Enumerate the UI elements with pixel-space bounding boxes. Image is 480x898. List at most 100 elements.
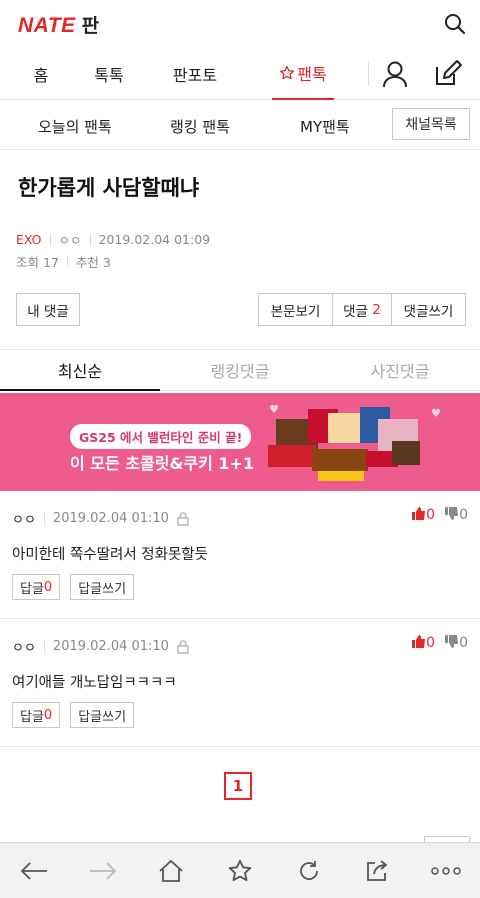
share-icon — [367, 859, 388, 881]
view-body-button[interactable]: 본문보기 — [258, 293, 333, 326]
subnav-ranking-fantalk[interactable]: 랭킹 팬톡 — [170, 116, 230, 137]
meta-divider — [43, 512, 45, 525]
bookmark-button[interactable] — [218, 849, 262, 893]
comment-datetime: 2019.02.04 01:10 — [52, 511, 169, 526]
home-button[interactable] — [149, 849, 193, 893]
subnav-today-fantalk[interactable]: 오늘의 팬톡 — [38, 116, 112, 137]
user-icon — [383, 61, 407, 88]
reply-count: 0 — [43, 579, 53, 595]
post-datetime: 2019.02.04 01:09 — [98, 232, 211, 247]
write-reply-button[interactable]: 답글쓰기 — [70, 702, 135, 728]
tab-toktok[interactable]: 톡톡 — [92, 48, 126, 100]
reply-label: 답글 — [20, 709, 44, 725]
reply-count: 0 — [43, 707, 53, 723]
comment-item: ㅇㅇ 2019.02.04 01:10 0 0 여기애들 개노답임ㅋㅋㅋㅋ 답글… — [0, 619, 480, 747]
comment-datetime: 2019.02.04 01:10 — [52, 639, 169, 654]
comment-author: ㅇㅇ — [12, 641, 36, 656]
post-author: ㅇㅇ — [58, 233, 82, 248]
upvote-count: 0 — [426, 635, 436, 651]
tab-label: 판포토 — [172, 65, 218, 85]
more-icon — [430, 866, 461, 875]
promo-banner[interactable]: GS25 에서 밸런타인 준비 끝! 이 모든 초콜릿&쿠키 1+1 — [0, 393, 480, 491]
fantalk-subnav: 오늘의 팬톡 랭킹 팬톡 MY팬톡 채널목록 — [0, 100, 480, 150]
comment-buttons: 답글 0 답글쓰기 — [12, 574, 135, 600]
page-number-current[interactable]: 1 — [224, 772, 252, 800]
share-button[interactable] — [355, 849, 399, 893]
refresh-button[interactable] — [287, 849, 331, 893]
meta-divider — [49, 233, 51, 246]
tab-fantalk[interactable]: 팬톡 — [272, 48, 334, 100]
reply-count-button[interactable]: 답글 0 — [12, 574, 61, 600]
post-actions: 내 댓글 본문보기 댓글 2 댓글쓰기 — [16, 293, 466, 326]
my-comments-button[interactable]: 내 댓글 — [16, 293, 80, 326]
meta-divider — [43, 640, 45, 653]
post-stats: 조회 17 추천 3 — [0, 252, 480, 271]
comment-header: ㅇㅇ 2019.02.04 01:10 — [12, 637, 189, 656]
tab-label: 팬톡 — [297, 64, 327, 84]
forward-icon — [89, 861, 117, 880]
banner-headline-text: 에서 밸런타인 준비 끝! — [115, 430, 243, 445]
upvote-count: 0 — [426, 507, 436, 523]
tab-pannphoto[interactable]: 판포토 — [172, 48, 218, 100]
reply-count-button[interactable]: 답글 0 — [12, 702, 61, 728]
channel-list-button[interactable]: 채널목록 — [392, 108, 470, 140]
upvote-button[interactable]: 0 — [412, 635, 435, 651]
views-count: 17 — [43, 255, 59, 270]
comment-votes: 0 0 — [412, 635, 468, 651]
write-reply-button[interactable]: 답글쓰기 — [70, 574, 135, 600]
upvote-button[interactable]: 0 — [412, 507, 435, 523]
brand-name: NATE — [18, 13, 76, 37]
reply-label: 답글 — [20, 581, 44, 597]
comment-text: 여기애들 개노답임ㅋㅋㅋㅋ — [12, 675, 177, 691]
bookmark-star-icon — [228, 859, 252, 881]
post-views: 조회 17 — [16, 252, 59, 271]
nate-pann-logo[interactable]: NATE 판 — [18, 11, 99, 38]
comments-button[interactable]: 댓글 2 — [332, 293, 392, 326]
home-icon — [159, 859, 184, 882]
downvote-count: 0 — [459, 507, 468, 523]
write-post-button[interactable] — [434, 59, 462, 87]
comment-item: ㅇㅇ 2019.02.04 01:10 0 0 아미한테 쪽수딸려서 정화못할듯… — [0, 491, 480, 619]
back-button[interactable] — [12, 849, 56, 893]
service-name: 판 — [81, 14, 100, 37]
more-button[interactable] — [424, 849, 468, 893]
banner-subline: 이 모든 초콜릿&쿠키 1+1 — [70, 454, 255, 473]
comment-votes: 0 0 — [412, 507, 468, 523]
top-bar: NATE 판 — [0, 0, 480, 48]
lock-icon — [177, 511, 189, 526]
snacks-image — [268, 407, 420, 481]
banner-headline: GS25 에서 밸런타인 준비 끝! — [70, 424, 252, 449]
tab-photo-comments[interactable]: 사진댓글 — [320, 350, 480, 391]
thumbs-up-icon — [412, 507, 426, 520]
thumbs-up-icon — [412, 635, 426, 648]
search-button[interactable] — [444, 13, 466, 35]
post-recommend: 추천 3 — [76, 252, 111, 271]
forward-button[interactable] — [81, 849, 125, 893]
meta-divider — [89, 233, 91, 246]
star-outline-icon — [280, 65, 295, 79]
tab-label: 홈 — [33, 65, 49, 85]
tab-latest[interactable]: 최신순 — [0, 350, 160, 391]
gs25-label: GS25 — [79, 430, 116, 445]
thumbs-down-icon — [445, 507, 459, 520]
post-title: 한가롭게 사담할때냐 — [18, 176, 200, 200]
browser-toolbar — [0, 842, 480, 898]
post-category[interactable]: EXO — [16, 232, 42, 247]
tab-ranking-comments[interactable]: 랭킹댓글 — [160, 350, 320, 391]
thumbs-down-icon — [445, 635, 459, 648]
downvote-button[interactable]: 0 — [445, 507, 468, 523]
comment-text: 아미한테 쪽수딸려서 정화못할듯 — [12, 547, 208, 563]
subnav-my-fantalk[interactable]: MY팬톡 — [300, 116, 350, 137]
pencil-icon — [436, 60, 462, 85]
write-comment-button[interactable]: 댓글쓰기 — [391, 293, 466, 326]
main-nav: 홈 톡톡 판포토 팬톡 — [0, 48, 480, 100]
downvote-count: 0 — [459, 635, 468, 651]
comment-sort-tabs: 최신순 랭킹댓글 사진댓글 — [0, 349, 480, 391]
downvote-button[interactable]: 0 — [445, 635, 468, 651]
tab-label: 톡톡 — [94, 65, 124, 85]
tab-home[interactable]: 홈 — [30, 48, 52, 100]
my-page-button[interactable] — [382, 60, 408, 88]
comments-label: 댓글 — [343, 303, 368, 320]
search-icon — [445, 14, 466, 35]
comment-header: ㅇㅇ 2019.02.04 01:10 — [12, 509, 189, 528]
